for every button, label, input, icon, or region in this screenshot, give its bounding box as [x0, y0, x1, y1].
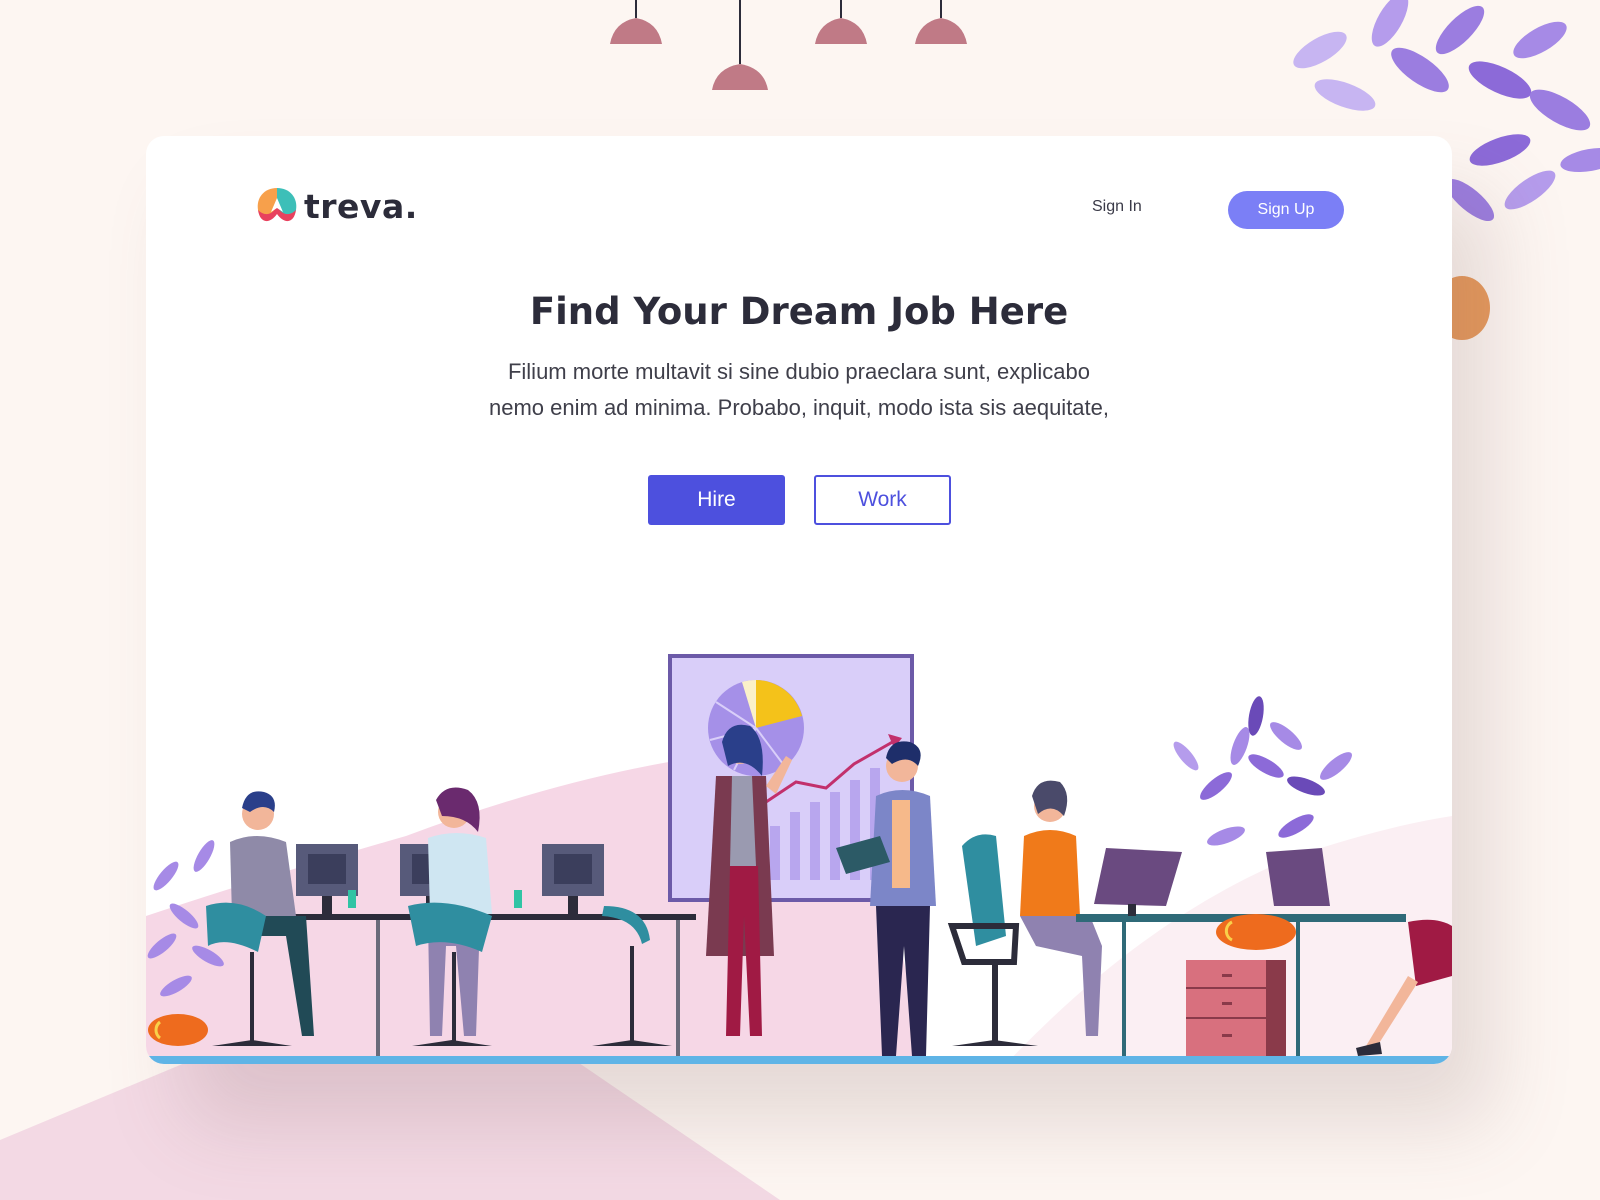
- page-title: Find Your Dream Job Here: [529, 290, 1069, 333]
- brand-name: treva.: [304, 186, 418, 226]
- sign-in-link[interactable]: Sign In: [1092, 198, 1142, 216]
- ceiling-lamps: [610, 0, 967, 90]
- sign-up-button[interactable]: Sign Up: [1228, 191, 1344, 229]
- hero-subtitle-line2: nemo enim ad minima. Probabo, inquit, mo…: [489, 395, 1109, 420]
- treva-logo-icon: [257, 188, 297, 222]
- landing-card: treva. Sign In Sign Up Find Your Dream J…: [146, 136, 1452, 1064]
- hero-subtitle: Filium morte multavit si sine dubio prae…: [399, 354, 1199, 426]
- office-illustration: [146, 654, 1452, 1064]
- work-button[interactable]: Work: [814, 475, 951, 525]
- hire-button[interactable]: Hire: [648, 475, 785, 525]
- brand-logo[interactable]: treva.: [254, 184, 418, 228]
- hero-subtitle-line1: Filium morte multavit si sine dubio prae…: [507, 359, 1091, 384]
- floor-line: [146, 1056, 1452, 1064]
- background-pink-wave: [0, 1040, 780, 1200]
